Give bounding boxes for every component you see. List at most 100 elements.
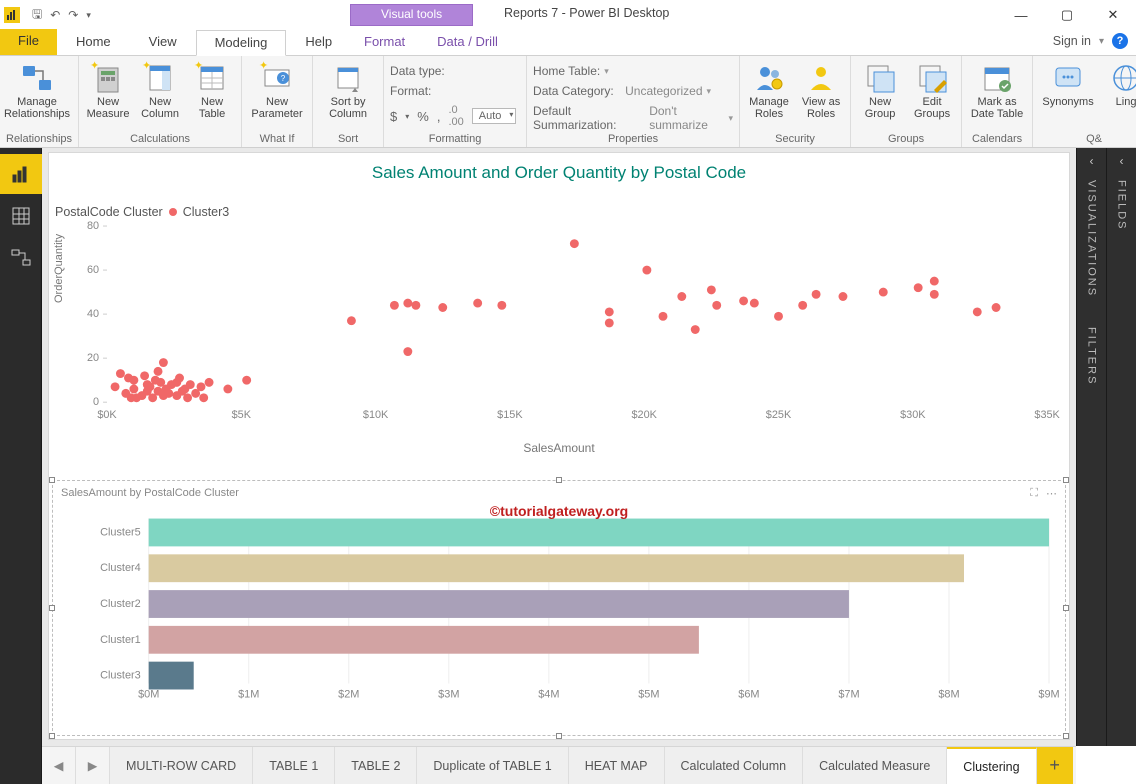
svg-text:$0K: $0K	[97, 409, 117, 421]
group-groups-label: Groups	[857, 133, 955, 147]
home-table-dropdown[interactable]: Home Table:	[533, 64, 733, 78]
chevron-left-icon: ‹	[1120, 148, 1124, 174]
quick-access-toolbar: 🖫 ↶ ↷ ▾	[30, 3, 93, 28]
group-qa-label: Q&	[1039, 133, 1136, 147]
group-whatif-label: What If	[248, 133, 306, 147]
sort-by-column-button[interactable]: Sort byColumn	[319, 60, 377, 122]
tab-modeling[interactable]: Modeling	[196, 30, 287, 56]
new-parameter-button[interactable]: ✦?NewParameter	[248, 60, 306, 122]
report-view-button[interactable]	[0, 154, 42, 194]
fields-pane[interactable]: ‹ FIELDS	[1106, 148, 1136, 746]
group-calendars-label: Calendars	[968, 133, 1026, 147]
view-as-roles-button[interactable]: View asRoles	[798, 60, 844, 122]
calendar-icon	[981, 62, 1013, 94]
page-nav-next[interactable]: ▶	[76, 747, 110, 784]
scatter-chart-visual[interactable]: Sales Amount and Order Quantity by Posta…	[49, 153, 1069, 473]
group-properties-label: Properties	[533, 133, 733, 147]
contextual-tab-header: Visual tools	[350, 0, 473, 30]
minimize-button[interactable]: —	[998, 0, 1044, 30]
tab-help[interactable]: Help	[286, 29, 351, 55]
save-icon[interactable]: 🖫	[30, 3, 44, 28]
new-table-icon: ✦	[196, 62, 228, 94]
group-calculations-label: Calculations	[85, 133, 235, 147]
svg-text:40: 40	[87, 308, 99, 320]
new-group-button[interactable]: NewGroup	[857, 60, 903, 122]
bar-plot-area: $0M$1M$2M$3M$4M$5M$6M$7M$8M$9MCluster5Cl…	[99, 507, 1053, 707]
page-tab[interactable]: HEAT MAP	[569, 747, 665, 784]
new-column-button[interactable]: ✦NewColumn	[137, 60, 183, 122]
svg-text:$7M: $7M	[838, 688, 859, 700]
page-tab[interactable]: Calculated Measure	[803, 747, 947, 784]
linguistic-button[interactable]: Ling	[1103, 60, 1136, 110]
page-tab[interactable]: Duplicate of TABLE 1	[417, 747, 568, 784]
qat-dropdown-icon[interactable]: ▾	[84, 8, 93, 23]
file-tab[interactable]: File	[0, 29, 57, 55]
edit-groups-button[interactable]: EditGroups	[909, 60, 955, 122]
title-bar: 🖫 ↶ ↷ ▾ Visual tools Reports 7 - Power B…	[0, 0, 1136, 30]
new-column-icon: ✦	[144, 62, 176, 94]
new-table-button[interactable]: ✦NewTable	[189, 60, 235, 122]
svg-text:$30K: $30K	[900, 409, 926, 421]
new-group-icon	[864, 62, 896, 94]
model-view-button[interactable]	[0, 238, 42, 278]
more-options-icon[interactable]: ⋯	[1046, 487, 1057, 500]
add-page-button[interactable]: +	[1037, 747, 1073, 784]
report-page: Sales Amount and Order Quantity by Posta…	[48, 152, 1070, 740]
maximize-button[interactable]: ▢	[1044, 0, 1090, 30]
data-type-dropdown[interactable]: Data type:	[390, 64, 520, 78]
percent-button[interactable]: %	[417, 109, 429, 124]
page-nav-prev[interactable]: ◀	[42, 747, 76, 784]
new-parameter-icon: ✦?	[261, 62, 293, 94]
tab-data-drill[interactable]: Data / Drill	[421, 30, 514, 56]
synonyms-button[interactable]: Synonyms	[1039, 60, 1097, 110]
focus-mode-icon[interactable]: ⛶	[1030, 487, 1038, 500]
chevron-down-icon[interactable]: ▾	[1099, 36, 1104, 47]
page-tab[interactable]: MULTI-ROW CARD	[110, 747, 253, 784]
currency-button[interactable]: $	[390, 109, 397, 124]
page-tab[interactable]: Clustering	[947, 747, 1036, 784]
svg-text:$0M: $0M	[138, 688, 159, 700]
mark-as-date-table-button[interactable]: Mark asDate Table	[968, 60, 1026, 122]
window-title: Reports 7 - Power BI Desktop	[504, 6, 669, 20]
sign-in-link[interactable]: Sign in	[1053, 34, 1091, 48]
scatter-x-label: SalesAmount	[49, 441, 1069, 455]
undo-icon[interactable]: ↶	[48, 6, 62, 24]
manage-relationships-button[interactable]: ManageRelationships	[6, 60, 68, 122]
tab-view[interactable]: View	[130, 29, 196, 55]
manage-roles-button[interactable]: ManageRoles	[746, 60, 792, 122]
svg-text:$8M: $8M	[938, 688, 959, 700]
bar-chart-title: SalesAmount by PostalCode Cluster	[61, 487, 239, 500]
format-dropdown[interactable]: Format:	[390, 84, 520, 98]
edit-groups-icon	[916, 62, 948, 94]
help-icon[interactable]: ?	[1112, 33, 1128, 49]
comma-button[interactable]: ,	[437, 109, 441, 124]
right-panels: ‹ VISUALIZATIONS FILTERS ‹ FIELDS	[1076, 148, 1136, 746]
default-summarization-dropdown[interactable]: Default Summarization: Don't summarize	[533, 104, 733, 132]
svg-text:$2M: $2M	[338, 688, 359, 700]
page-tab[interactable]: TABLE 1	[253, 747, 335, 784]
manage-roles-icon	[753, 62, 785, 94]
svg-text:$3M: $3M	[438, 688, 459, 700]
svg-text:$4M: $4M	[538, 688, 559, 700]
svg-text:$1M: $1M	[238, 688, 259, 700]
decimal-auto-dropdown[interactable]: Auto	[472, 108, 517, 124]
close-button[interactable]: ✕	[1090, 0, 1136, 30]
group-security-label: Security	[746, 133, 844, 147]
scatter-legend: PostalCode Cluster Cluster3	[55, 205, 229, 219]
svg-text:$5K: $5K	[232, 409, 252, 421]
page-tab[interactable]: TABLE 2	[335, 747, 417, 784]
visual-tools-header: Visual tools	[350, 4, 473, 26]
page-tab[interactable]: Calculated Column	[665, 747, 804, 784]
legend-dot-icon	[169, 208, 177, 216]
tab-format[interactable]: Format	[348, 30, 421, 56]
redo-icon[interactable]: ↷	[66, 6, 80, 24]
visualizations-pane[interactable]: ‹ VISUALIZATIONS FILTERS	[1076, 148, 1106, 746]
group-sort-label: Sort	[319, 133, 377, 147]
new-measure-button[interactable]: ✦NewMeasure	[85, 60, 131, 122]
report-canvas[interactable]: Sales Amount and Order Quantity by Posta…	[42, 148, 1076, 746]
svg-text:20: 20	[87, 352, 99, 364]
view-rail	[0, 148, 42, 784]
tab-home[interactable]: Home	[57, 29, 130, 55]
data-view-button[interactable]	[0, 196, 42, 236]
data-category-dropdown[interactable]: Data Category: Uncategorized	[533, 84, 733, 98]
